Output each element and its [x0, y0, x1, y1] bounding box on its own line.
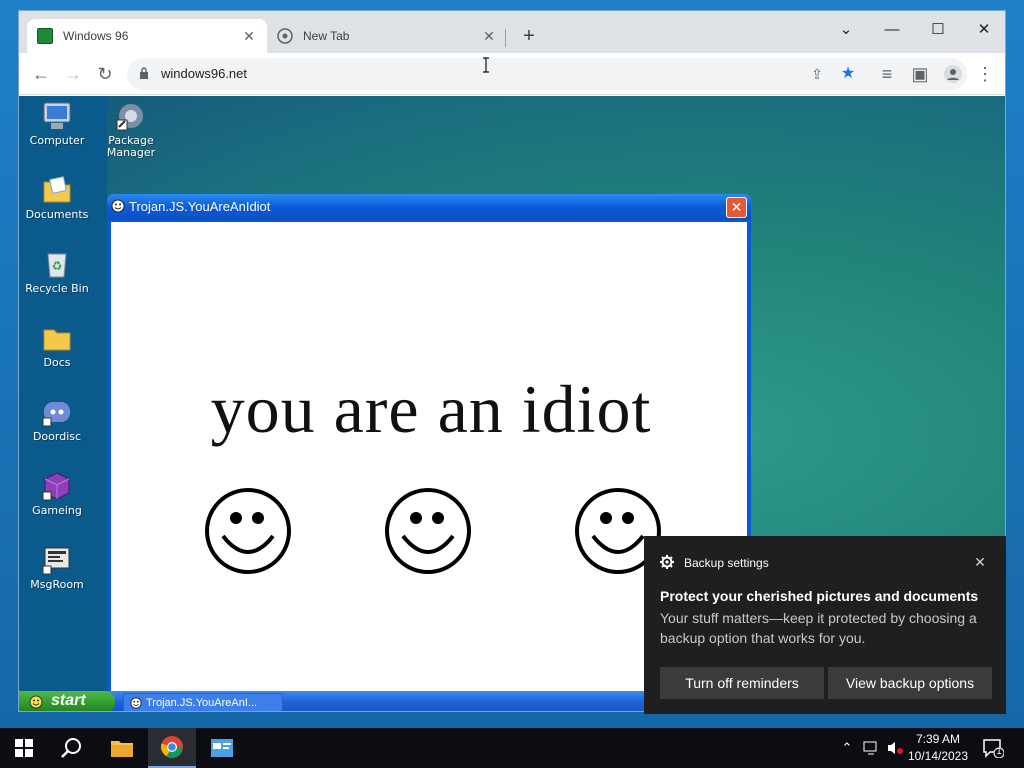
icon-label: MsgRoom: [30, 578, 84, 591]
toast-title: Protect your cherished pictures and docu…: [660, 588, 979, 604]
folder-icon: [111, 741, 133, 757]
browser-toolbar: ← → ↻ windows96.net ⇪ ★ ≡ ▣ ⋮: [19, 53, 1005, 95]
gear-icon: [660, 555, 674, 569]
toast-body: Your stuff matters—keep it protected by …: [660, 610, 977, 646]
windows-logo-icon: [15, 739, 33, 757]
close-window-button[interactable]: ✕: [961, 15, 1005, 45]
close-tab-icon[interactable]: ✕: [481, 28, 497, 45]
reload-button[interactable]: ↻: [91, 60, 119, 88]
forward-button[interactable]: →: [59, 60, 87, 88]
desktop-icon-documents[interactable]: Documents: [21, 174, 93, 221]
desktop-icon-msgroom[interactable]: MsgRoom: [21, 544, 93, 591]
trojan-titlebar[interactable]: Trojan.JS.YouAreAnIdiot ✕: [107, 194, 751, 220]
action-center-icon[interactable]: 1: [982, 738, 1005, 759]
documents-folder-icon: [43, 176, 71, 203]
toast-app-name: Backup settings: [684, 556, 769, 570]
tab-search-icon[interactable]: ⌄: [823, 15, 869, 45]
clock-date[interactable]: 10/14/2023: [906, 749, 970, 763]
icon-label: Package Manager: [106, 134, 156, 159]
icon-label: Documents: [25, 208, 89, 221]
smiley-icon: [111, 199, 125, 213]
tab-windows96[interactable]: Windows 96 ✕: [27, 19, 267, 53]
w96-taskbar-item[interactable]: Trojan.JS.YouAreAnI...: [123, 693, 283, 711]
search-button[interactable]: [48, 728, 96, 768]
new-tab-button[interactable]: +: [517, 25, 541, 49]
smiley-face-icon: [205, 488, 291, 574]
address-bar[interactable]: windows96.net ⇪ ★: [127, 58, 967, 90]
volume-muted-icon[interactable]: [886, 740, 904, 756]
start-label: start: [51, 692, 86, 709]
maximize-button[interactable]: ☐: [915, 15, 961, 45]
w96-start-button[interactable]: start: [19, 691, 115, 711]
tab-title: Windows 96: [63, 29, 129, 43]
share-icon[interactable]: ⇪: [807, 64, 827, 84]
windows96-icon: [37, 28, 53, 44]
network-icon[interactable]: [862, 740, 880, 756]
back-button[interactable]: ←: [27, 60, 55, 88]
icon-label: Gameing: [32, 504, 82, 517]
task-label: Trojan.JS.YouAreAnI...: [146, 697, 258, 709]
reading-list-icon[interactable]: ≡: [873, 60, 901, 88]
package-manager-icon: [116, 104, 143, 131]
smiley-icon: [130, 697, 142, 709]
window-app-icon: [211, 739, 233, 757]
app-taskbar-button[interactable]: [198, 728, 246, 768]
close-tab-icon[interactable]: ✕: [241, 28, 257, 45]
msgroom-icon: [42, 547, 70, 575]
idiot-message: you are an idiot: [210, 371, 652, 447]
show-hidden-icons[interactable]: ⌃: [838, 740, 856, 756]
icon-label: Recycle Bin: [25, 282, 89, 295]
desktop-icon-computer[interactable]: Computer: [21, 100, 93, 147]
search-icon: [61, 738, 81, 758]
backup-notification[interactable]: Backup settings ✕ Protect your cherished…: [644, 536, 1006, 714]
file-explorer-button[interactable]: [98, 728, 146, 768]
folder-icon: [43, 329, 71, 351]
windows-start-button[interactable]: [0, 728, 48, 768]
desktop-icon-recycle-bin[interactable]: ♻ Recycle Bin: [21, 248, 93, 295]
smiley-icon: [29, 695, 43, 709]
cube-icon: [42, 472, 70, 501]
profile-icon[interactable]: [939, 60, 967, 88]
notification-count: 1: [996, 746, 1002, 756]
view-backup-options-button[interactable]: View backup options: [828, 667, 992, 699]
svg-text:♻: ♻: [52, 259, 63, 273]
desktop-icon-gameing[interactable]: Gameing: [21, 470, 93, 517]
tab-separator: [505, 29, 506, 47]
turn-off-reminders-button[interactable]: Turn off reminders: [660, 667, 824, 699]
bookmark-star-icon[interactable]: ★: [838, 64, 858, 84]
trojan-close-button[interactable]: ✕: [726, 197, 747, 218]
lock-icon: [140, 67, 148, 79]
tab-new-tab[interactable]: New Tab ✕: [267, 19, 507, 53]
menu-icon[interactable]: ⋮: [971, 60, 999, 88]
discord-icon: [42, 402, 70, 427]
trojan-window-title: Trojan.JS.YouAreAnIdiot: [129, 199, 271, 214]
desktop-icon-package-manager[interactable]: Package Manager: [95, 100, 167, 159]
desktop-icon-doordisc[interactable]: Doordisc: [21, 396, 93, 443]
tab-title: New Tab: [303, 29, 350, 43]
icon-label: Docs: [43, 356, 71, 369]
toast-close-button[interactable]: ✕: [972, 554, 988, 570]
computer-icon: [43, 102, 71, 129]
side-panel-icon[interactable]: ▣: [906, 60, 934, 88]
recycle-bin-icon: ♻: [47, 253, 67, 278]
icon-label: Doordisc: [32, 430, 82, 443]
windows-taskbar: ⌃ 7:39 AM 10/14/2023 1: [0, 728, 1024, 768]
chrome-taskbar-button[interactable]: [148, 728, 196, 768]
url-text: windows96.net: [161, 66, 247, 81]
desktop-icon-docs[interactable]: Docs: [21, 322, 93, 369]
smiley-face-icon: [385, 488, 471, 574]
tab-strip: Windows 96 ✕ New Tab ✕ + ⌄ — ☐ ✕: [19, 11, 1005, 53]
icon-label: Computer: [29, 134, 85, 147]
minimize-button[interactable]: —: [869, 15, 915, 45]
clock-time[interactable]: 7:39 AM: [910, 732, 966, 746]
text-cursor-icon: [483, 57, 489, 73]
chrome-icon: [277, 28, 293, 44]
chrome-icon: [160, 736, 183, 758]
